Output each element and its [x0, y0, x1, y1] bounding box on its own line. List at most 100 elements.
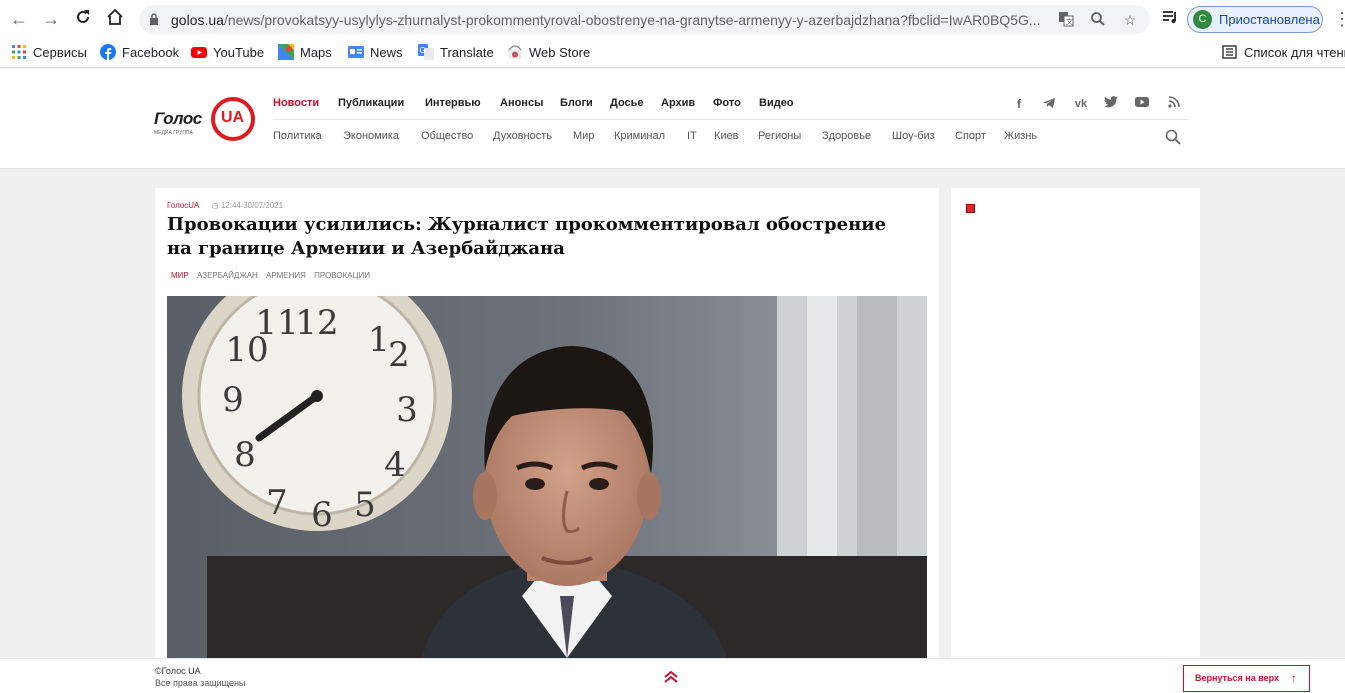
url-path: /news/provokatsyy-usylylys-zhurnalyst-pr… [223, 12, 1041, 28]
bookmark-label: YouTube [213, 45, 265, 60]
article-card: ГолосUA ◷ 12:44 30/07/2021 Провокации ус… [155, 188, 939, 658]
svg-text:11: 11 [255, 303, 298, 343]
svg-text:2: 2 [388, 335, 410, 375]
bookmark-facebook[interactable]: Facebook [100, 44, 179, 62]
cat-health[interactable]: Здоровье [822, 130, 871, 142]
browser-menu-icon[interactable]: ⋮ [1333, 9, 1345, 29]
avatar: С [1193, 10, 1212, 29]
article-datetime: 12:44 30/07/2021 [220, 201, 284, 210]
home-icon[interactable] [104, 8, 126, 30]
twitter-icon[interactable] [1103, 96, 1119, 112]
profile-button[interactable]: С Приостановлена [1187, 6, 1323, 33]
bookmark-label: Facebook [122, 45, 180, 60]
cat-crime[interactable]: Криминал [614, 130, 665, 142]
svg-text:6: 6 [311, 495, 333, 535]
svg-text:8: 8 [234, 435, 256, 475]
svg-text:12: 12 [295, 303, 338, 343]
reading-list[interactable]: Список для чтения [1222, 44, 1345, 62]
cat-it[interactable]: IT [687, 130, 697, 142]
google-news-icon [348, 46, 364, 58]
article-source[interactable]: ГолосUA [167, 201, 199, 210]
search-icon[interactable] [1165, 129, 1181, 145]
arrow-up-icon: ↑ [1291, 671, 1297, 685]
youtube-icon[interactable] [1134, 96, 1150, 112]
cat-economy[interactable]: Экономика [343, 130, 399, 142]
copyright-block: ©Голос UA Все права защищены [155, 665, 245, 689]
svg-text:1: 1 [368, 320, 390, 360]
tag-link[interactable]: ПРОВОКАЦИИ [314, 271, 370, 280]
zoom-icon[interactable] [1089, 11, 1107, 29]
cat-society[interactable]: Общество [421, 130, 473, 142]
nav-announcements[interactable]: Анонсы [500, 97, 543, 109]
nav-dossier[interactable]: Досье [610, 97, 644, 109]
cat-sport[interactable]: Спорт [955, 130, 986, 142]
facebook-icon[interactable]: f [1011, 96, 1027, 112]
article-tags: МИР АЗЕРБАЙДЖАН АРМЕНИЯ ПРОВОКАЦИИ [171, 271, 376, 280]
profile-status-label: Приостановлена [1219, 12, 1320, 27]
logo-text: Голос [154, 109, 202, 128]
media-queue-icon[interactable] [1159, 8, 1181, 30]
facebook-icon [100, 44, 116, 60]
bookmark-services[interactable]: Сервисы [11, 44, 87, 62]
bookmark-maps[interactable]: Maps [278, 44, 332, 62]
nav-video[interactable]: Видео [759, 97, 794, 109]
cat-regions[interactable]: Регионы [758, 130, 801, 142]
logo-ua: UA [221, 109, 245, 126]
nav-publications[interactable]: Публикации [338, 97, 404, 109]
apps-grid-icon [12, 45, 26, 59]
cat-world[interactable]: Мир [573, 130, 594, 142]
bookmark-translate[interactable]: G Translate [418, 44, 494, 62]
cat-showbiz[interactable]: Шоу-биз [892, 130, 935, 142]
sidebar-panel [951, 188, 1200, 658]
site-logo[interactable]: Голос UA МЕДИА ГРУППА [154, 97, 258, 141]
tag-link[interactable]: МИР [171, 271, 189, 280]
clock-icon: ◷ [211, 201, 219, 210]
bookmark-label: News [370, 45, 403, 60]
maps-icon [278, 44, 294, 60]
article-meta: ГолосUA ◷ 12:44 30/07/2021 [167, 201, 283, 210]
svg-text:3: 3 [396, 390, 418, 430]
bookmark-label: Maps [300, 45, 332, 60]
svg-text:9: 9 [222, 380, 244, 420]
translate-icon: G [418, 44, 434, 60]
telegram-icon[interactable] [1041, 96, 1057, 112]
bookmark-web-store[interactable]: Web Store [507, 44, 590, 62]
double-chevron-up-icon[interactable] [663, 670, 679, 684]
nav-interviews[interactable]: Интервью [425, 97, 481, 109]
svg-text:7: 7 [266, 483, 288, 523]
tag-link[interactable]: АРМЕНИЯ [266, 271, 306, 280]
cat-spirituality[interactable]: Духовность [493, 130, 552, 142]
address-bar[interactable]: golos.ua/news/provokatsyy-usylylys-zhurn… [139, 5, 1150, 34]
vk-icon[interactable]: vk [1071, 96, 1091, 112]
rss-icon[interactable] [1166, 96, 1182, 112]
cat-life[interactable]: Жизнь [1004, 130, 1037, 142]
svg-text:G: G [420, 46, 426, 55]
bookmark-news[interactable]: News [348, 44, 403, 62]
svg-text:文: 文 [1066, 17, 1073, 26]
youtube-icon [191, 47, 207, 58]
broken-image-icon [966, 204, 975, 213]
web-store-icon [508, 45, 522, 59]
translate-page-icon[interactable]: 文 [1057, 11, 1075, 29]
nav-archive[interactable]: Архив [661, 97, 695, 109]
back-arrow-icon[interactable]: ← [8, 8, 30, 30]
logo-subtitle: МЕДИА ГРУППА [154, 130, 193, 136]
nav-news[interactable]: Новости [273, 97, 319, 109]
nav-photo[interactable]: Фото [713, 97, 741, 109]
tag-link[interactable]: АЗЕРБАЙДЖАН [197, 271, 258, 280]
bookmark-label: Translate [440, 45, 494, 60]
bookmark-label: Web Store [529, 45, 591, 60]
bookmark-star-icon[interactable]: ☆ [1121, 11, 1139, 29]
nav-blogs[interactable]: Блоги [560, 97, 593, 109]
reload-icon[interactable] [72, 8, 94, 30]
cat-kyiv[interactable]: Киев [714, 130, 739, 142]
reading-list-label: Список для чтения [1244, 45, 1345, 60]
site-header: Голос UA МЕДИА ГРУППА Новости Публикации… [0, 69, 1345, 169]
bookmark-label: Сервисы [33, 45, 87, 60]
article-photo: 12 1 2 345 678 9 10 11 [167, 296, 927, 658]
forward-arrow-icon[interactable]: → [40, 8, 62, 30]
bookmark-youtube[interactable]: YouTube [191, 44, 264, 62]
back-to-top-button[interactable]: Вернуться на верх ↑ [1183, 665, 1310, 692]
reading-list-icon [1222, 45, 1237, 59]
cat-politics[interactable]: Политика [273, 130, 322, 142]
